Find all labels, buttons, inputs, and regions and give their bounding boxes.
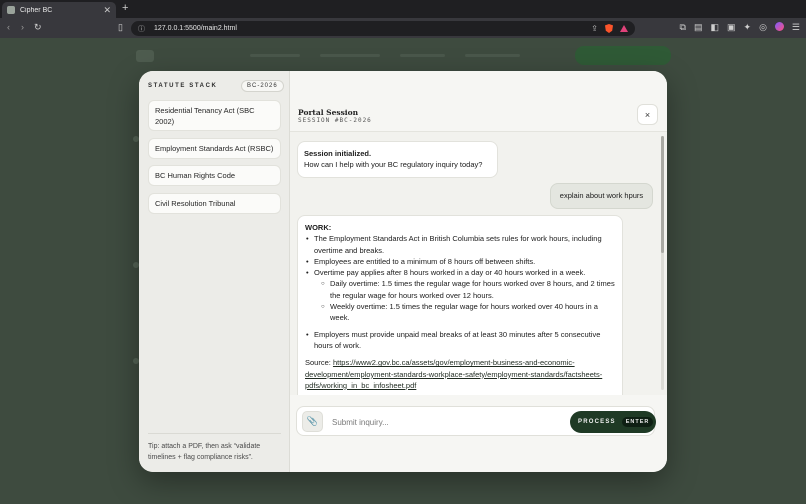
message-list[interactable]: Session initialized. How can I help with… <box>290 132 667 395</box>
system-message-text: How can I help with your BC regulatory i… <box>304 160 483 170</box>
wallet-icon[interactable]: ▣ <box>727 22 736 33</box>
process-button[interactable]: PROCESS ENTER <box>570 411 656 433</box>
background-nav <box>320 54 380 57</box>
process-label: PROCESS <box>578 419 616 425</box>
profile-icon[interactable] <box>774 22 784 31</box>
background-nav <box>465 54 520 57</box>
statute-item-human-rights[interactable]: BC Human Rights Code <box>148 165 281 186</box>
extensions-icon[interactable]: ⧉ <box>680 22 686 33</box>
statute-item-employment-standards[interactable]: Employment Standards Act (RSBC) <box>148 138 281 159</box>
sidebar-icon[interactable]: ◧ <box>710 22 719 33</box>
background-nav <box>400 54 445 57</box>
sidebar-heading: STATUTE STACK <box>148 83 218 89</box>
background-logo <box>136 50 154 62</box>
reload-icon[interactable]: ↻ <box>34 22 42 33</box>
list-subitem: Daily overtime: 1.5 times the regular wa… <box>314 278 615 301</box>
system-message-title: Session initialized. <box>304 149 372 158</box>
attach-button[interactable]: 📎 <box>302 411 323 432</box>
source-line: Source: https://www2.gov.bc.ca/assets/go… <box>305 357 615 391</box>
close-icon: × <box>644 109 651 120</box>
assistant-bullets: The Employment Standards Act in British … <box>305 233 615 351</box>
back-icon[interactable]: ‹ <box>7 22 10 32</box>
statute-item-residential-tenancy[interactable]: Residential Tenancy Act (SBC 2002) <box>148 100 281 131</box>
favicon-icon <box>7 6 15 14</box>
chat-modal: STATUTE STACK BC-2026 Residential Tenanc… <box>139 71 667 472</box>
list-subitem: Weekly overtime: 1.5 times the regular w… <box>314 301 615 324</box>
source-link[interactable]: https://www2.gov.bc.ca/assets/gov/employ… <box>305 358 602 390</box>
reader-icon[interactable]: ▤ <box>694 22 703 33</box>
leo-icon[interactable]: ✦ <box>744 22 752 33</box>
list-item: The Employment Standards Act in British … <box>306 233 615 256</box>
new-tab-button[interactable]: + <box>122 3 128 14</box>
user-message: explain about work hpurs <box>550 183 653 209</box>
share-icon[interactable]: ⇪ <box>591 24 598 33</box>
sidebar-divider <box>148 433 281 434</box>
vpn-icon[interactable]: ◎ <box>759 22 767 33</box>
bookmark-icon[interactable]: ▯ <box>118 22 123 33</box>
list-item: Overtime pay applies after 8 hours worke… <box>306 267 615 279</box>
paperclip-icon: 📎 <box>306 416 319 426</box>
enter-key-hint: ENTER <box>621 417 654 427</box>
chat-scrollbar-thumb[interactable] <box>661 136 664 253</box>
chat-scrollbar[interactable] <box>661 136 664 390</box>
browser-tab[interactable]: Cipher BC ✕ <box>2 2 116 18</box>
statute-label: BC Human Rights Code <box>155 171 236 180</box>
menu-icon[interactable]: ☰ <box>792 22 800 33</box>
address-bar[interactable]: ⓘ 127.0.0.1:5500/main2.html ⇪ <box>131 21 635 36</box>
system-message: Session initialized. How can I help with… <box>297 141 498 178</box>
composer: 📎 PROCESS ENTER <box>296 406 656 436</box>
statute-sidebar: STATUTE STACK BC-2026 Residential Tenanc… <box>139 71 290 472</box>
forward-icon[interactable]: › <box>21 22 24 32</box>
background-cta <box>575 46 671 65</box>
chat-panel: Portal Session SESSION #BC-2026 × Sessio… <box>290 71 667 472</box>
list-item: Employees are entitled to a minimum of 8… <box>306 256 615 268</box>
browser-toolbar: ‹ › ↻ ▯ ⓘ 127.0.0.1:5500/main2.html ⇪ ⧉ … <box>0 18 806 38</box>
list-item: Employers must provide unpaid meal break… <box>306 329 615 352</box>
url-text[interactable]: 127.0.0.1:5500/main2.html <box>154 25 591 32</box>
tab-close-icon[interactable]: ✕ <box>103 5 111 15</box>
statute-label: Civil Resolution Tribunal <box>155 199 236 208</box>
sidebar-tip: Tip: attach a PDF, then ask “validate ti… <box>148 443 261 461</box>
inquiry-input[interactable] <box>332 415 562 429</box>
assistant-heading: WORK: <box>305 223 332 232</box>
browser-tabbar: Cipher BC ✕ + <box>0 0 806 18</box>
statute-item-civil-resolution[interactable]: Civil Resolution Tribunal <box>148 193 281 214</box>
assistant-message: WORK: The Employment Standards Act in Br… <box>297 215 623 395</box>
background-nav <box>250 54 300 57</box>
session-subtitle: SESSION #BC-2026 <box>298 117 372 124</box>
site-info-icon[interactable]: ⓘ <box>138 24 145 34</box>
statute-label: Employment Standards Act (RSBC) <box>155 144 274 153</box>
brave-rewards-icon[interactable] <box>620 25 628 32</box>
tab-title: Cipher BC <box>20 6 53 14</box>
session-title: Portal Session <box>298 108 359 117</box>
sidebar-badge: BC-2026 <box>241 80 284 92</box>
statute-label: Residential Tenancy Act (SBC 2002) <box>155 105 255 126</box>
source-label: Source: <box>305 358 331 368</box>
brave-shield-icon[interactable] <box>605 24 613 33</box>
close-button[interactable]: × <box>637 104 658 125</box>
user-message-text: explain about work hpurs <box>559 191 644 201</box>
